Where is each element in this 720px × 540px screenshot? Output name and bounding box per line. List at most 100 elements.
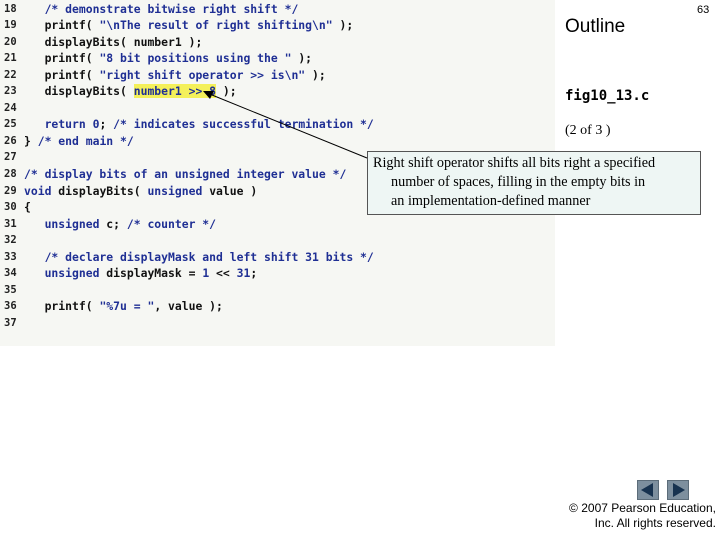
code-line: 26} /* end main */ xyxy=(0,133,555,150)
code-text: } /* end main */ xyxy=(24,133,134,150)
code-text: /* display bits of an unsigned integer v… xyxy=(24,166,346,183)
code-token: ); xyxy=(332,18,354,33)
code-line: 21 printf( "8 bit positions using the " … xyxy=(0,50,555,67)
code-token: printf( xyxy=(24,18,100,33)
next-slide-button[interactable] xyxy=(667,480,689,500)
annotation-callout: Right shift operator shifts all bits rig… xyxy=(367,151,701,215)
line-number: 32 xyxy=(4,234,17,247)
code-line: 20 displayBits( number1 ); xyxy=(0,34,555,51)
line-number: 30 xyxy=(4,201,17,214)
line-number: 34 xyxy=(4,267,17,280)
code-line: 22 printf( "right shift operator >> is\n… xyxy=(0,67,555,84)
triangle-left-icon xyxy=(641,483,653,497)
copyright-line: © 2007 Pearson Education, xyxy=(569,501,716,515)
code-token: "\nThe result of right shifting\n" xyxy=(99,18,333,33)
code-token: displayBits( number1 ); xyxy=(24,34,203,49)
line-number: 26 xyxy=(4,134,17,147)
code-token: /* declare displayMask and left shift 31… xyxy=(24,249,374,264)
line-number: 35 xyxy=(4,283,17,296)
code-token: /* counter */ xyxy=(126,216,217,231)
copyright-notice: © 2007 Pearson Education, Inc. All right… xyxy=(560,501,716,531)
line-number: 24 xyxy=(4,101,17,114)
code-token: displayBits( xyxy=(58,183,148,198)
code-token: void xyxy=(24,183,59,198)
code-token: 31 xyxy=(236,266,251,281)
code-token: } xyxy=(24,133,38,148)
code-token: unsigned xyxy=(24,266,107,281)
code-token: unsigned xyxy=(24,216,107,231)
code-token: ); xyxy=(305,67,326,82)
line-number: 23 xyxy=(4,85,17,98)
code-token: ); xyxy=(291,51,313,66)
code-token: return xyxy=(24,117,93,132)
code-text: printf( "\nThe result of right shifting\… xyxy=(24,17,354,34)
code-line: 36 printf( "%7u = ", value ); xyxy=(0,298,555,315)
code-token: displayMask = xyxy=(106,266,203,281)
code-token: << xyxy=(209,266,237,281)
line-number: 33 xyxy=(4,250,17,263)
figure-name: fig10_13.c xyxy=(565,88,650,104)
line-number: 37 xyxy=(4,316,17,329)
code-text: displayBits( number1 ); xyxy=(24,34,203,51)
code-token: /* end main */ xyxy=(37,133,134,148)
callout-line: an implementation-defined manner xyxy=(391,193,591,209)
code-token: /* demonstrate bitwise right shift */ xyxy=(24,1,299,16)
page-number: 63 xyxy=(697,4,710,16)
code-token: "8 bit positions using the " xyxy=(99,51,292,66)
code-line: 24 xyxy=(0,100,555,117)
line-number: 19 xyxy=(4,19,17,32)
line-number: 29 xyxy=(4,184,17,197)
code-token: printf( xyxy=(24,51,100,66)
code-text: unsigned displayMask = 1 << 31; xyxy=(24,265,258,282)
code-line: 35 xyxy=(0,282,555,299)
code-text: displayBits( number1 >> 8 ); xyxy=(24,83,237,100)
code-text: return 0; /* indicates successful termin… xyxy=(24,116,374,133)
code-token: "right shift operator >> is\n" xyxy=(99,67,306,82)
line-number: 28 xyxy=(4,168,17,180)
line-number: 20 xyxy=(4,35,17,48)
code-line: 18 /* demonstrate bitwise right shift */ xyxy=(0,1,555,18)
line-number: 27 xyxy=(4,151,17,164)
line-number: 25 xyxy=(4,118,17,131)
copyright-line: Inc. All rights reserved. xyxy=(594,516,716,530)
code-token: { xyxy=(24,200,31,215)
code-line: 19 printf( "\nThe result of right shifti… xyxy=(0,17,555,34)
line-number: 18 xyxy=(4,2,17,15)
highlighted-expression: number1 >> 8 xyxy=(133,84,217,99)
code-token: printf( xyxy=(24,299,100,314)
code-token: "%7u = " xyxy=(99,299,155,314)
code-token: displayBits( xyxy=(24,84,134,99)
code-text: printf( "%7u = ", value ); xyxy=(24,298,223,315)
callout-line: number of spaces, filling in the empty b… xyxy=(391,174,646,190)
code-line: 34 unsigned displayMask = 1 << 31; xyxy=(0,265,555,282)
code-line: 37 xyxy=(0,315,555,332)
code-line: 32 xyxy=(0,232,555,249)
previous-slide-button[interactable] xyxy=(637,480,659,500)
code-token: ; xyxy=(99,117,114,132)
line-number: 22 xyxy=(4,68,17,81)
code-token: c; xyxy=(106,216,127,231)
code-text: printf( "right shift operator >> is\n" )… xyxy=(24,67,326,84)
code-text: { xyxy=(24,199,31,216)
callout-line: Right shift operator shifts all bits rig… xyxy=(373,155,656,171)
page-indicator: (2 of 3 ) xyxy=(565,123,611,138)
code-token: ; xyxy=(250,266,258,281)
code-line: 23 displayBits( number1 >> 8 ); xyxy=(0,83,555,100)
code-token: /* indicates successful termination */ xyxy=(113,117,374,132)
code-line: 33 /* declare displayMask and left shift… xyxy=(0,249,555,266)
code-token: ); xyxy=(216,84,237,99)
line-number: 31 xyxy=(4,217,17,230)
code-text: void displayBits( unsigned value ) xyxy=(24,183,257,200)
code-token: /* display bits of an unsigned integer v… xyxy=(24,167,347,181)
code-token: printf( xyxy=(24,67,100,82)
outline-label: Outline xyxy=(565,16,626,37)
line-number: 21 xyxy=(4,52,17,65)
line-number: 36 xyxy=(4,300,17,313)
code-token: unsigned xyxy=(147,183,210,198)
triangle-right-icon xyxy=(673,483,685,497)
code-token: value ) xyxy=(209,183,258,198)
code-text: printf( "8 bit positions using the " ); xyxy=(24,50,312,67)
code-text: /* declare displayMask and left shift 31… xyxy=(24,249,374,266)
code-text: unsigned c; /* counter */ xyxy=(24,216,216,233)
code-line: 25 return 0; /* indicates successful ter… xyxy=(0,116,555,133)
